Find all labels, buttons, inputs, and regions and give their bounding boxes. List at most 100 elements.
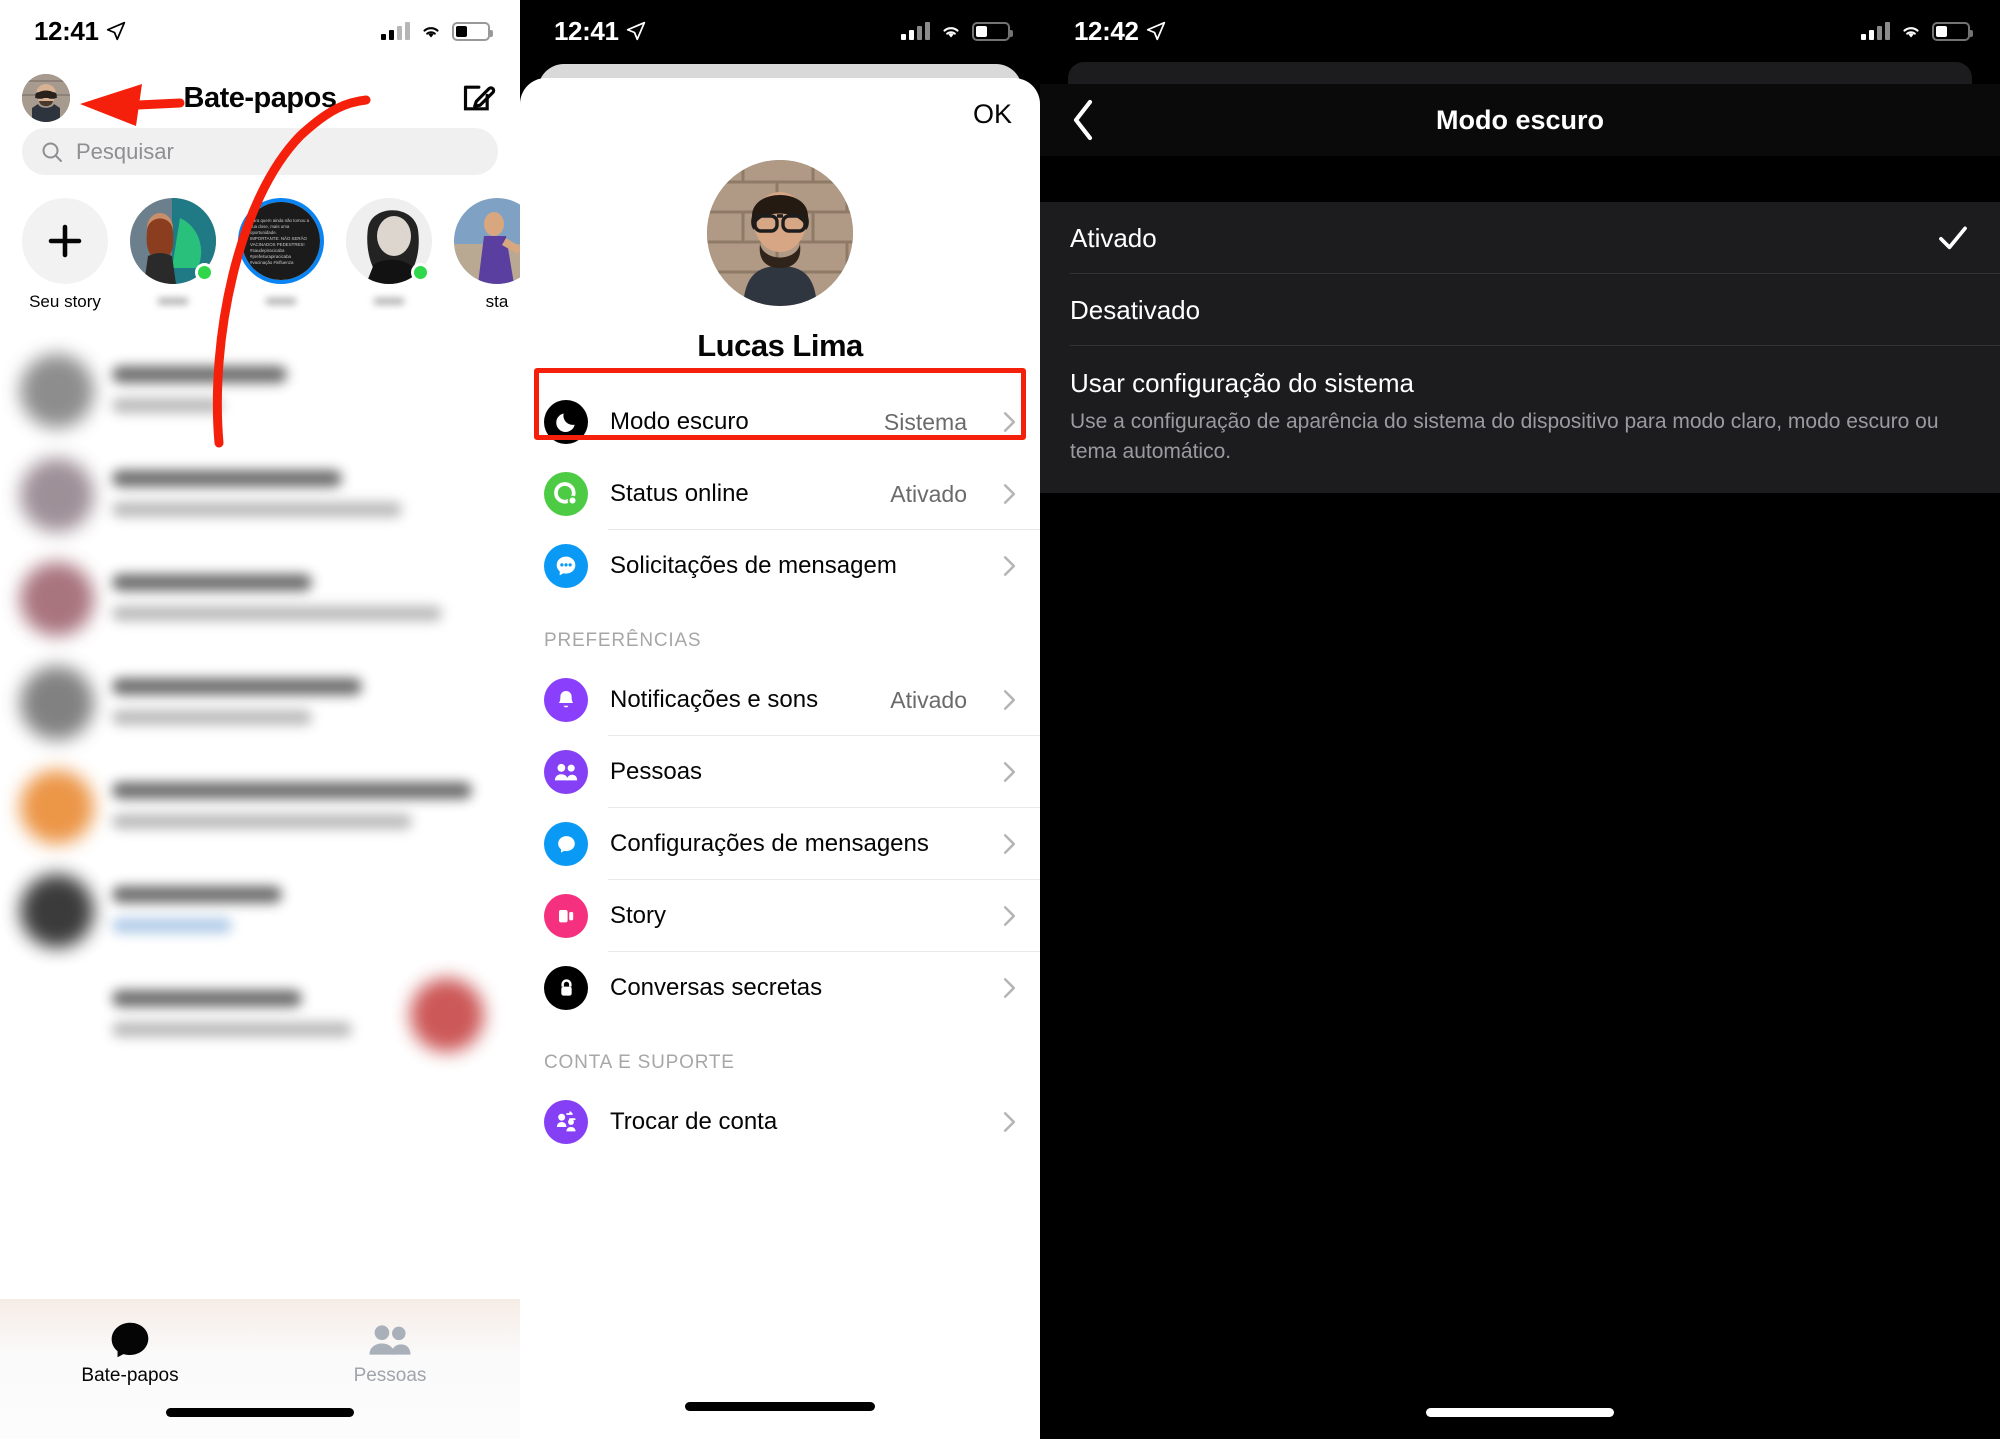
chat-name-blurred — [112, 886, 282, 903]
online-dot — [195, 263, 214, 282]
menu-item-switch-account[interactable]: Trocar de conta — [520, 1086, 1040, 1158]
status-time: 12:41 — [34, 16, 126, 47]
chat-name-blurred — [112, 574, 312, 591]
menu-item-label: Solicitações de mensagem — [610, 552, 897, 579]
section-header-preferences: PREFERÊNCIAS — [544, 630, 702, 651]
menu-item-secret-conversations[interactable]: Conversas secretas — [520, 952, 1040, 1024]
battery-icon — [972, 21, 1013, 41]
story-item[interactable]: ••••• — [130, 198, 216, 333]
add-story-circle[interactable] — [22, 198, 108, 284]
sheet-header: OK — [520, 78, 1040, 150]
profile-avatar[interactable] — [22, 74, 70, 122]
settings-menu[interactable]: Modo escuro Sistema Status online Ativad… — [520, 386, 1040, 1158]
status-bar-screen1: 12:41 — [0, 0, 520, 62]
page-title: Bate-papos — [183, 81, 337, 114]
story-thumbnail[interactable] — [454, 198, 520, 284]
home-indicator — [685, 1402, 875, 1411]
menu-item-value: Ativado — [890, 480, 967, 507]
people-icon — [260, 1317, 520, 1363]
location-arrow-icon — [626, 21, 645, 41]
battery-icon — [452, 21, 493, 41]
menu-item-people[interactable]: Pessoas — [520, 736, 1040, 808]
cellular-signal-icon — [901, 22, 930, 40]
option-desativado[interactable]: Desativado — [1040, 274, 2000, 346]
chat-preview-blurred — [112, 502, 402, 517]
online-dot — [411, 263, 430, 282]
bottom-tab-bar[interactable]: Bate-papos Pessoas — [0, 1299, 520, 1439]
menu-item-message-requests[interactable]: Solicitações de mensagem — [520, 530, 1040, 602]
message-request-icon — [544, 544, 588, 588]
screen-profile-settings: 12:41 OK Lucas Lima Modo escuro Sistema … — [520, 0, 1040, 1439]
menu-item-label: Pessoas — [610, 758, 703, 785]
dark-mode-options-list[interactable]: Ativado Desativado Usar configuração do … — [1040, 202, 2000, 493]
story-thumbnail[interactable]: Para quem ainda não tomou a sua dose, ma… — [238, 198, 324, 284]
menu-item-story[interactable]: Story — [520, 880, 1040, 952]
chevron-right-icon — [1003, 978, 1016, 998]
chat-row[interactable] — [0, 340, 520, 444]
status-bar-screen2: 12:41 — [520, 0, 1040, 62]
menu-item-notifications[interactable]: Notificações e sons Ativado — [520, 664, 1040, 736]
status-bar-screen3: 12:42 — [1040, 0, 2000, 62]
search-icon — [42, 142, 62, 162]
menu-item-label: Trocar de conta — [610, 1108, 778, 1135]
chat-list[interactable] — [0, 340, 520, 1299]
chat-row[interactable] — [0, 964, 520, 1068]
status-indicators — [381, 21, 493, 41]
chat-preview-blurred — [112, 1022, 352, 1037]
chevron-left-icon[interactable] — [1070, 98, 1096, 142]
menu-item-value: Ativado — [890, 686, 967, 713]
plus-icon — [48, 224, 82, 258]
tab-people[interactable]: Pessoas — [260, 1299, 520, 1439]
chat-preview-blurred — [112, 710, 312, 725]
menu-item-message-settings[interactable]: Configurações de mensagens — [520, 808, 1040, 880]
story-item-your-story[interactable]: Seu story — [22, 198, 108, 333]
story-label: Seu story — [29, 292, 101, 311]
stories-tray[interactable]: Seu story ••••• Para quem ainda não tomo… — [0, 198, 520, 333]
chat-name-blurred — [112, 470, 342, 487]
option-label: Usar configuração do sistema — [1070, 368, 1414, 398]
chevron-right-icon — [1003, 762, 1016, 782]
chat-avatar — [20, 770, 94, 844]
menu-item-dark-mode[interactable]: Modo escuro Sistema — [520, 386, 1040, 458]
chat-row[interactable] — [0, 652, 520, 756]
chevron-right-icon — [1003, 484, 1016, 504]
chevron-right-icon — [1003, 690, 1016, 710]
chat-row[interactable] — [0, 444, 520, 548]
story-item-unseen[interactable]: Para quem ainda não tomou a sua dose, ma… — [238, 198, 324, 333]
story-item[interactable]: sta — [454, 198, 520, 333]
menu-item-label: Story — [610, 902, 667, 929]
chat-row[interactable] — [0, 756, 520, 860]
option-label: Ativado — [1070, 222, 1157, 253]
chat-name-blurred — [112, 990, 302, 1007]
option-usar-configuracao-do-sistema[interactable]: Usar configuração do sistema Use a confi… — [1040, 346, 2000, 493]
menu-item-label: Conversas secretas — [610, 974, 823, 1001]
menu-item-online-status[interactable]: Status online Ativado — [520, 458, 1040, 530]
compose-new-message-icon[interactable] — [458, 78, 498, 118]
story-label: ••••• — [374, 292, 404, 311]
story-cards-icon — [544, 894, 588, 938]
option-description: Use a configuração de aparência do siste… — [1070, 410, 1939, 463]
screen-dark-mode-settings: 12:42 Modo escuro Ativado Desativado Usa… — [1040, 0, 2000, 1439]
profile-photo[interactable] — [707, 160, 853, 306]
chevron-right-icon — [1003, 906, 1016, 926]
location-arrow-icon — [1146, 21, 1165, 41]
chat-name-blurred — [112, 366, 287, 383]
option-ativado[interactable]: Ativado — [1040, 202, 2000, 274]
search-input[interactable]: Pesquisar — [22, 128, 498, 175]
chat-bubble-icon — [544, 822, 588, 866]
ok-button[interactable]: OK — [973, 99, 1012, 130]
chat-avatar — [20, 666, 94, 740]
story-label: sta — [485, 292, 509, 311]
moon-icon — [544, 400, 588, 444]
wifi-icon — [423, 27, 439, 38]
story-item[interactable]: ••••• — [346, 198, 432, 333]
chat-avatar — [20, 874, 94, 948]
chat-avatar — [20, 562, 94, 636]
wifi-icon — [943, 27, 959, 38]
status-time: 12:42 — [1074, 16, 1166, 47]
chat-row[interactable] — [0, 860, 520, 964]
three-phone-screenshots: 12:41 Bate-papos Pesquisar Seu story •••… — [0, 0, 2000, 1439]
tab-chats[interactable]: Bate-papos — [0, 1299, 260, 1439]
chat-preview-blurred — [112, 398, 222, 413]
chat-row[interactable] — [0, 548, 520, 652]
